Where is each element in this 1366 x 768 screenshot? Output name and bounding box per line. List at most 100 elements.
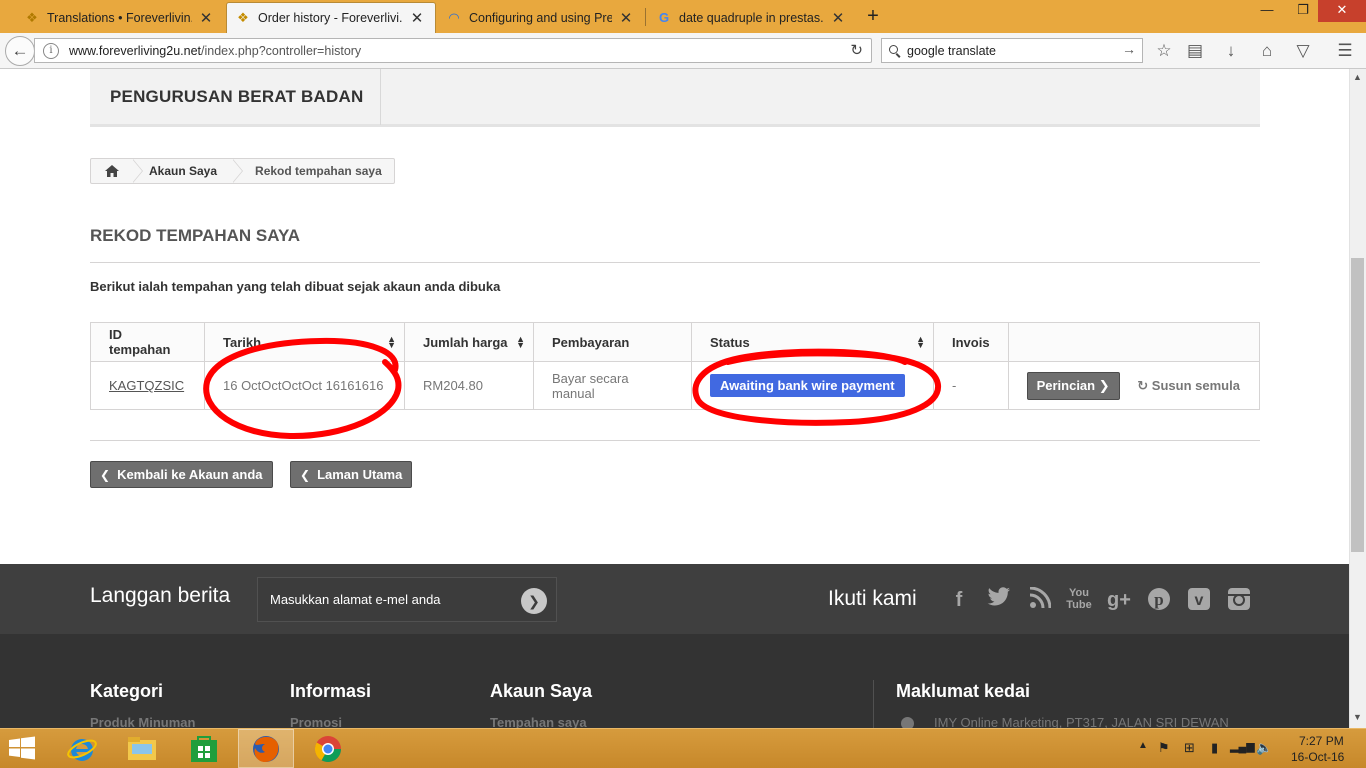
close-tab-icon[interactable]: ✕: [830, 9, 846, 27]
footer-title-my-account: Akaun Saya: [490, 681, 593, 701]
chrome-icon[interactable]: [300, 729, 356, 768]
windows-start-icon[interactable]: [8, 736, 38, 760]
address-bar[interactable]: i www.foreverliving2u.net/index.php?cont…: [34, 38, 872, 63]
newsletter-placeholder: Masukkan alamat e-mel anda: [270, 592, 441, 607]
svg-text:v: v: [1195, 592, 1204, 609]
google-plus-icon[interactable]: g+: [1106, 587, 1132, 613]
internet-explorer-icon[interactable]: [54, 729, 110, 768]
bookmark-star-icon[interactable]: ☆: [1153, 41, 1175, 61]
url-text: www.foreverliving2u.net/index.php?contro…: [69, 43, 362, 58]
google-favicon: G: [658, 10, 670, 25]
order-id-cell: KAGTQZSIC: [90, 361, 205, 410]
signal-icon[interactable]: ▂▄▆: [1230, 740, 1255, 753]
order-actions-cell: Perincian ❯ ↻ Susun semula: [1007, 361, 1261, 410]
tab-configuring[interactable]: ◠ Configuring and using Pre... ✕: [438, 2, 644, 33]
scrollbar-thumb[interactable]: [1351, 258, 1364, 552]
sort-icon[interactable]: ▲ ▼: [916, 335, 925, 350]
foreverliving-favicon: ❖: [26, 9, 38, 25]
breadcrumb-account-link[interactable]: Akaun Saya: [143, 164, 233, 178]
reorder-button[interactable]: ↻ Susun semula: [1137, 378, 1240, 394]
clock-date[interactable]: 16-Oct-16: [1291, 750, 1344, 764]
volume-icon[interactable]: 🔈: [1256, 740, 1272, 756]
search-bar[interactable]: google translate →: [881, 38, 1143, 63]
pocket-icon[interactable]: ▽: [1292, 41, 1314, 61]
column-header-total[interactable]: Jumlah harga ▲ ▼: [404, 322, 534, 362]
close-tab-icon[interactable]: ✕: [409, 9, 425, 27]
clock-time[interactable]: 7:27 PM: [1299, 734, 1344, 748]
column-header-actions: [1007, 322, 1261, 362]
newsletter-title: Langgan berita: [90, 584, 231, 607]
footer-title-categories: Kategori: [90, 681, 164, 701]
details-button[interactable]: Perincian ❯: [1026, 371, 1120, 400]
scroll-up-arrow[interactable]: ▲: [1351, 72, 1364, 84]
refresh-icon: ↻: [1137, 377, 1149, 393]
scroll-down-arrow[interactable]: ▼: [1351, 712, 1364, 724]
chevron-right-icon: ❯: [1098, 377, 1110, 393]
downloads-icon[interactable]: ↓: [1220, 41, 1242, 61]
reading-list-icon[interactable]: ▤: [1184, 41, 1206, 61]
vimeo-icon[interactable]: v: [1186, 587, 1212, 613]
file-explorer-icon[interactable]: [114, 729, 170, 768]
order-status-cell: Awaiting bank wire payment: [691, 361, 934, 410]
back-button[interactable]: ←: [5, 36, 35, 66]
info-icon[interactable]: i: [43, 42, 59, 59]
breadcrumb-separator: [232, 159, 244, 183]
chevron-left-icon: ❮: [100, 467, 111, 482]
column-header-invoice: Invois: [933, 322, 1009, 362]
tab-title: Translations • Foreverlivin...: [47, 10, 192, 25]
breadcrumb: Akaun Saya Rekod tempahan saya: [90, 158, 395, 184]
search-go-icon[interactable]: →: [1122, 41, 1136, 57]
footer: [0, 634, 1349, 728]
battery-icon[interactable]: ▮: [1211, 740, 1218, 756]
search-icon: [889, 44, 901, 57]
newsletter-submit-button[interactable]: ❯: [521, 588, 547, 614]
menu-icon[interactable]: ☰: [1334, 41, 1356, 61]
pinterest-icon[interactable]: p: [1146, 587, 1172, 613]
foreverliving-favicon: ❖: [237, 10, 249, 25]
column-header-order-id: ID tempahan: [90, 322, 205, 362]
close-tab-icon[interactable]: ✕: [618, 9, 634, 27]
back-to-account-button[interactable]: ❮ Kembali ke Akaun anda: [90, 461, 273, 488]
youtube-icon[interactable]: You Tube: [1066, 587, 1092, 613]
breadcrumb-separator: [132, 159, 143, 183]
sort-icon[interactable]: ▲ ▼: [516, 335, 525, 350]
reload-icon[interactable]: ↻: [850, 41, 863, 59]
footer-title-store-info: Maklumat kedai: [896, 681, 1031, 701]
table-header-row: ID tempahan Tarikh ▲ ▼ Jumlah harga ▲ ▼ Pemb…: [90, 322, 1261, 362]
close-tab-icon[interactable]: ✕: [198, 9, 214, 27]
action-center-flag-icon[interactable]: ⚑: [1158, 740, 1170, 756]
order-reference-link[interactable]: KAGTQZSIC: [109, 378, 184, 393]
network-windows-icon[interactable]: ⊞: [1184, 740, 1195, 756]
home-icon[interactable]: ⌂: [1256, 41, 1278, 61]
tab-title: Order history - Foreverlivi...: [258, 11, 403, 25]
divider: [90, 440, 1260, 441]
order-total-cell: RM204.80: [404, 361, 534, 410]
instagram-icon[interactable]: [1226, 587, 1252, 613]
footer-divider: [873, 680, 874, 728]
show-hidden-icons-arrow[interactable]: ▲: [1138, 740, 1148, 751]
sort-icon[interactable]: ▲ ▼: [387, 335, 396, 350]
column-header-status[interactable]: Status ▲ ▼: [691, 322, 934, 362]
menu-item-weight-management[interactable]: PENGURUSAN BERAT BADAN: [90, 69, 381, 125]
tab-translations[interactable]: ❖ Translations • Foreverlivin... ✕: [16, 2, 224, 33]
restore-button[interactable]: ❐: [1286, 0, 1320, 22]
tab-order-history[interactable]: ❖ Order history - Foreverlivi... ✕: [226, 2, 436, 33]
tab-google-search[interactable]: G date quadruple in prestas... ✕: [648, 2, 856, 33]
facebook-icon[interactable]: f: [946, 587, 972, 613]
twitter-icon[interactable]: [986, 587, 1012, 613]
windows-store-icon[interactable]: [176, 729, 232, 768]
status-badge: Awaiting bank wire payment: [710, 374, 905, 397]
column-header-date[interactable]: Tarikh ▲ ▼: [204, 322, 405, 362]
home-page-button[interactable]: ❮ Laman Utama: [290, 461, 413, 488]
intro-text: Berikut ialah tempahan yang telah dibuat…: [90, 279, 501, 294]
firefox-icon[interactable]: [238, 729, 294, 768]
minimize-button[interactable]: —: [1250, 0, 1284, 22]
order-invoice-cell: -: [933, 361, 1009, 410]
search-input[interactable]: google translate: [907, 44, 996, 58]
home-icon[interactable]: [91, 159, 133, 183]
new-tab-button[interactable]: +: [858, 4, 888, 30]
newsletter-email-input[interactable]: Masukkan alamat e-mel anda ❯: [257, 577, 557, 622]
close-window-button[interactable]: ✕: [1318, 0, 1366, 22]
rss-icon[interactable]: [1027, 586, 1053, 613]
follow-us-title: Ikuti kami: [828, 587, 917, 610]
